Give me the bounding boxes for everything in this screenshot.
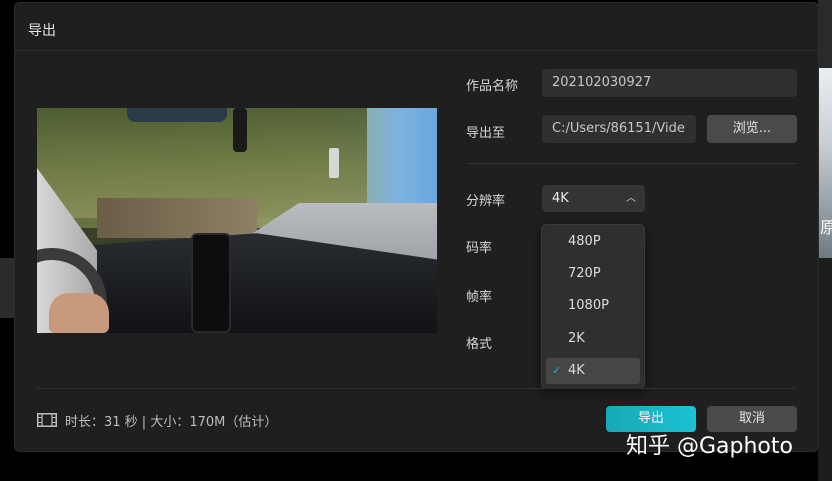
resolution-option[interactable]: 1080P [546, 293, 640, 319]
resolution-option-label: 1080P [568, 298, 609, 313]
background-glyph: 原 [820, 218, 832, 237]
resolution-option-label: 480P [568, 234, 601, 249]
resolution-label: 分辨率 [466, 194, 506, 209]
path-input[interactable] [542, 115, 696, 143]
preview-mirror-mount [233, 108, 247, 152]
dialog-title: 导出 [28, 23, 56, 39]
resolution-option[interactable]: 480P [546, 229, 640, 255]
name-input[interactable] [542, 69, 797, 97]
preview-verge [97, 198, 257, 238]
check-icon: ✓ [552, 364, 562, 377]
video-preview [37, 108, 437, 333]
preview-sun-visor [127, 108, 227, 122]
duration-size-text: 时长：31 秒 | 大小：170M（估计） [65, 414, 278, 430]
framerate-label: 帧率 [466, 290, 493, 305]
resolution-option-label: 720P [568, 266, 601, 281]
preview-phone-mount [191, 233, 231, 333]
resolution-option-label: 4K [568, 363, 585, 378]
resolution-option[interactable]: 2K [546, 326, 640, 352]
background-band-left [0, 258, 14, 318]
footer-info: 时长：31 秒 | 大小：170M（估计） [37, 410, 277, 430]
resolution-option[interactable]: 720P [546, 261, 640, 287]
browse-button[interactable]: 浏览... [707, 115, 797, 143]
resolution-dropdown: 480P 720P 1080P 2K ✓ 4K [541, 224, 645, 389]
preview-road-sign [329, 148, 339, 178]
preview-hand [49, 293, 109, 333]
title-divider [15, 50, 818, 51]
resolution-select-value: 4K [552, 191, 569, 206]
resolution-option-label: 2K [568, 331, 585, 346]
watermark: 知乎 @Gaphoto [626, 434, 793, 459]
resolution-select[interactable]: 4K ︿ [542, 185, 645, 212]
path-label: 导出至 [466, 126, 506, 141]
chevron-up-icon: ︿ [626, 193, 636, 204]
footer-divider [36, 388, 796, 389]
name-label: 作品名称 [466, 79, 519, 94]
background-strip-top [818, 0, 832, 68]
format-label: 格式 [466, 337, 493, 352]
resolution-option-selected[interactable]: ✓ 4K [546, 358, 640, 384]
bitrate-label: 码率 [466, 241, 493, 256]
form-divider [466, 163, 798, 164]
film-icon [37, 413, 57, 427]
background-dark-edge [818, 258, 832, 481]
